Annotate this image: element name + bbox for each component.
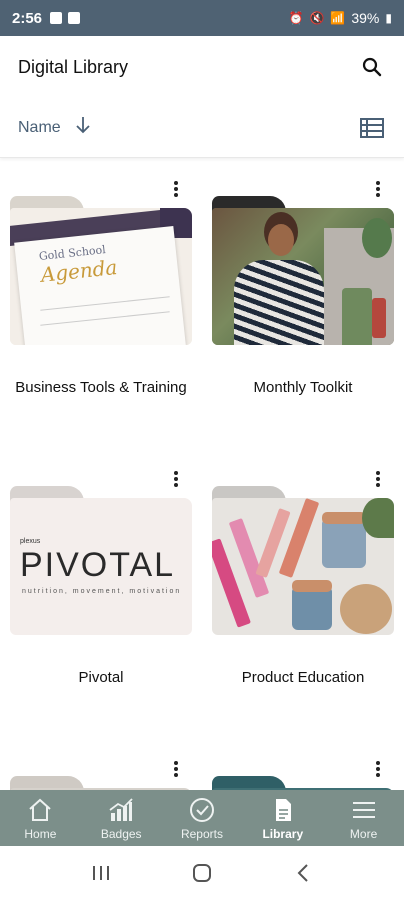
app-header: Digital Library <box>0 36 404 98</box>
arrow-down-icon[interactable] <box>75 116 91 139</box>
page-title: Digital Library <box>18 56 129 77</box>
view-toggle-button[interactable] <box>358 114 386 142</box>
nav-label-more: More <box>349 827 378 841</box>
check-circle-icon <box>187 795 217 825</box>
folder-thumbnail[interactable] <box>212 196 394 346</box>
thumb-word: PIVOTAL <box>20 546 176 584</box>
list-view-icon <box>360 117 384 138</box>
document-icon <box>268 795 298 825</box>
home-system-button[interactable] <box>182 853 222 893</box>
alarm-icon: ⏰ <box>288 11 304 25</box>
sort-bar: Name <box>0 98 404 158</box>
home-system-icon <box>192 864 211 882</box>
search-button[interactable] <box>358 53 386 81</box>
sort-label[interactable]: Name <box>18 119 61 137</box>
nav-label-badges: Badges <box>100 827 142 841</box>
folder-title: Product Education <box>241 669 365 686</box>
menu-icon <box>349 795 379 825</box>
gallery-icon <box>68 12 81 24</box>
nav-item-library[interactable]: Library <box>242 790 323 846</box>
home-icon <box>25 795 55 825</box>
folder-thumbnail[interactable] <box>212 776 394 790</box>
chart-icon <box>106 795 136 825</box>
nav-item-more[interactable]: More <box>323 790 404 846</box>
folder-title: Monthly Toolkit <box>253 379 353 396</box>
wifi-icon: 📶 <box>330 11 346 25</box>
battery-icon: ▮ <box>385 11 392 25</box>
folder-title: Business Tools & Training <box>15 379 187 396</box>
recent-apps-button[interactable] <box>81 853 121 893</box>
back-icon <box>297 864 309 882</box>
system-navigation-bar <box>0 846 404 900</box>
back-button[interactable] <box>283 853 323 893</box>
status-bar: 2:56 ⏰ 🔇 📶 39% ▮ <box>0 0 404 36</box>
nav-label-library: Library <box>262 827 304 841</box>
thumb-tagline: nutrition, movement, motivation <box>22 588 182 595</box>
folder-title: Pivotal <box>78 669 124 686</box>
thumb-brand: plexus <box>20 538 41 545</box>
status-time: 2:56 <box>12 9 43 27</box>
nav-item-reports[interactable]: Reports <box>162 790 243 846</box>
folder-thumbnail[interactable] <box>212 486 394 636</box>
recent-apps-icon <box>92 866 109 880</box>
nav-label-reports: Reports <box>180 827 223 841</box>
mute-icon: 🔇 <box>309 11 325 25</box>
nav-item-badges[interactable]: Badges <box>81 790 162 846</box>
search-icon <box>362 57 382 77</box>
bottom-navigation: Home Badges Reports Library More <box>0 790 404 846</box>
status-indicators: ⏰ 🔇 📶 39% ▮ <box>289 10 393 26</box>
nav-item-home[interactable]: Home <box>0 790 81 846</box>
folder-grid: Gold School Agenda Business Tools & Trai… <box>0 160 404 790</box>
folder-thumbnail[interactable]: plexus PIVOTAL nutrition, movement, moti… <box>10 486 192 636</box>
notification-icon <box>50 12 63 24</box>
nav-label-home: Home <box>24 827 57 841</box>
folder-thumbnail[interactable] <box>10 776 192 790</box>
battery-level: 39% <box>351 10 380 26</box>
folder-thumbnail[interactable]: Gold School Agenda <box>10 196 192 346</box>
